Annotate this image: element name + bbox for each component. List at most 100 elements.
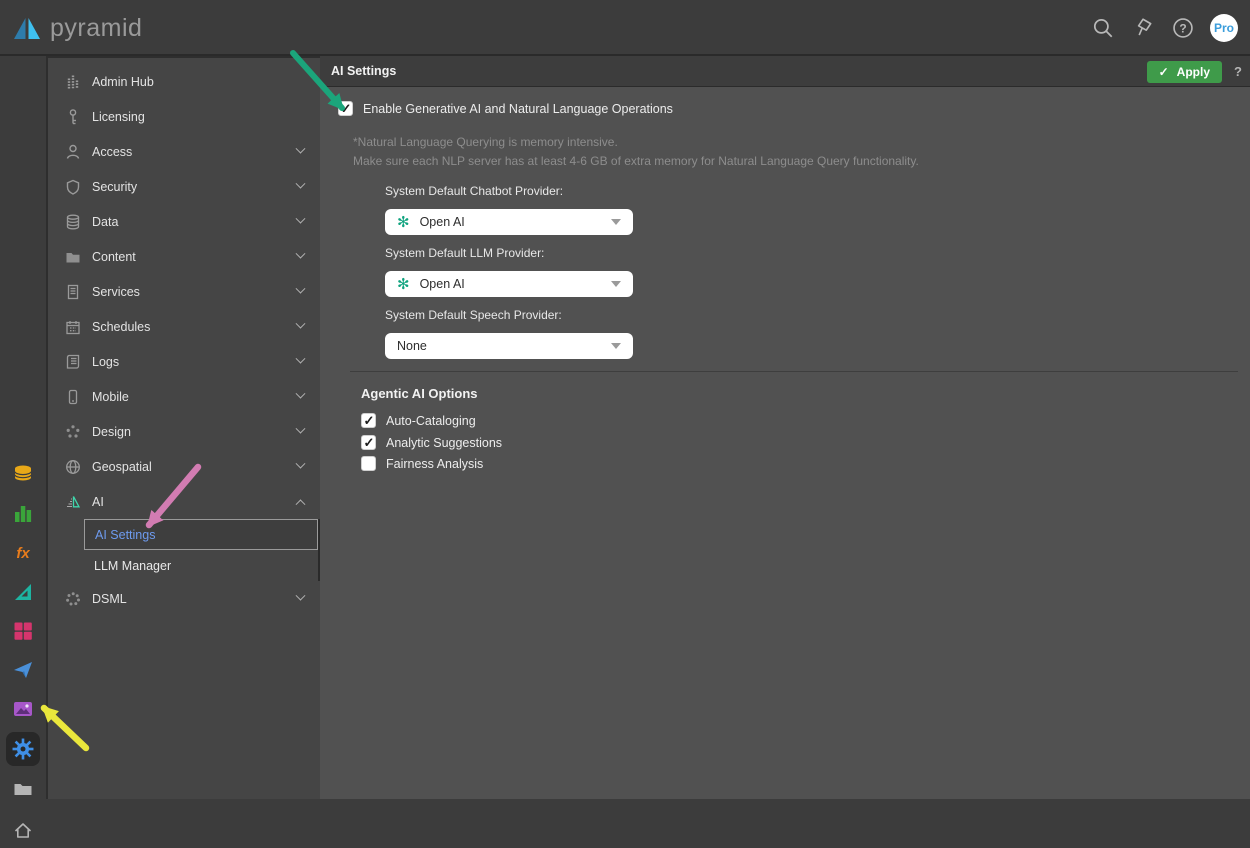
sidebar-item-services[interactable]: Services [48,274,320,309]
svg-text:?: ? [1179,21,1186,35]
sidebar-item-label: Logs [92,355,119,369]
pin-icon[interactable] [1130,15,1156,41]
ai-settings-form: Enable Generative AI and Natural Languag… [320,87,1250,799]
analytic-suggestions-checkbox[interactable] [361,435,376,450]
dropdown-chevron-icon [611,343,621,349]
openai-icon: ✻ [397,215,410,230]
fairness-analysis-row: Fairness Analysis [361,456,483,471]
sidebar-item-design[interactable]: Design [48,414,320,449]
dots-icon [64,423,82,441]
sidebar-subitem-ai-settings[interactable]: AI Settings [84,519,318,550]
home-icon[interactable] [6,814,40,848]
admin-hub-icon [64,73,82,91]
sidebar-item-data[interactable]: Data [48,204,320,239]
enable-generative-ai-row: Enable Generative AI and Natural Languag… [338,101,673,116]
log-icon [64,353,82,371]
design-ruler-icon[interactable] [6,575,40,609]
content-header: AI Settings ✓ Apply ? [320,56,1250,87]
dropdown-value: Open AI [420,215,465,229]
shield-icon [64,178,82,196]
nlp-memory-note: *Natural Language Querying is memory int… [353,133,919,171]
image-icon[interactable] [6,692,40,726]
sidebar-item-geospatial[interactable]: Geospatial [48,449,320,484]
help-icon[interactable]: ? [1170,15,1196,41]
chevron-down-icon [296,284,306,294]
pyramid-logo-icon [12,13,42,43]
admin-gear-icon[interactable] [6,732,40,766]
enable-generative-ai-label: Enable Generative AI and Natural Languag… [363,102,673,116]
openai-icon: ✻ [397,277,410,292]
sidebar-item-access[interactable]: Access [48,134,320,169]
publish-plane-icon[interactable] [6,653,40,687]
dropdown-chevron-icon [611,281,621,287]
sidebar-item-admin-hub[interactable]: Admin Hub [48,64,320,99]
section-divider [350,371,1238,372]
bar-chart-icon[interactable] [6,497,40,531]
fairness-analysis-label: Fairness Analysis [386,457,483,471]
sidebar-item-label: Licensing [92,110,145,124]
sidebar-item-label: Geospatial [92,460,152,474]
chatbot-provider-dropdown[interactable]: ✻ Open AI [385,209,633,235]
sidebar-item-schedules[interactable]: Schedules [48,309,320,344]
top-bar: pyramid ? Pro [0,0,1250,56]
chevron-down-icon [296,459,306,469]
sidebar-item-label: Services [92,285,140,299]
folder-icon [64,248,82,266]
sidebar-item-label: DSML [92,592,127,606]
search-icon[interactable] [1090,15,1116,41]
subitem-label: AI Settings [85,528,155,542]
note-line: Make sure each NLP server has at least 4… [353,152,919,171]
auto-cataloging-checkbox[interactable] [361,413,376,428]
data-warehouse-icon[interactable] [6,457,40,491]
sidebar-item-licensing[interactable]: Licensing [48,99,320,134]
sidebar-item-ai[interactable]: AI [48,484,320,519]
key-icon [64,108,82,126]
sidebar-item-mobile[interactable]: Mobile [48,379,320,414]
analytic-suggestions-label: Analytic Suggestions [386,436,502,450]
logo-text: pyramid [50,14,142,43]
formula-icon[interactable]: fx [6,536,40,570]
sidebar-item-logs[interactable]: Logs [48,344,320,379]
auto-cataloging-row: Auto-Cataloging [361,413,476,428]
sidebar-item-content[interactable]: Content [48,239,320,274]
agentic-ai-options-title: Agentic AI Options [361,386,478,401]
pro-badge: Pro [1214,21,1234,35]
llm-provider-dropdown[interactable]: ✻ Open AI [385,271,633,297]
sidebar-subitem-llm-manager[interactable]: LLM Manager [84,550,318,581]
speech-provider-dropdown[interactable]: None [385,333,633,359]
chatbot-provider-group: System Default Chatbot Provider: ✻ Open … [385,184,633,235]
llm-provider-label: System Default LLM Provider: [385,246,633,261]
database-icon [64,213,82,231]
note-line: *Natural Language Querying is memory int… [353,133,919,152]
llm-provider-group: System Default LLM Provider: ✻ Open AI [385,246,633,297]
admin-sidebar: Admin Hub Licensing Access [46,56,320,799]
content-folder-icon[interactable] [6,772,40,806]
speech-provider-label: System Default Speech Provider: [385,308,633,323]
apply-label: Apply [1177,65,1210,79]
sidebar-item-label: Access [92,145,132,159]
auto-cataloging-label: Auto-Cataloging [386,414,476,428]
sidebar-item-label: Design [92,425,131,439]
pyramid-ai-icon [64,493,82,511]
chevron-down-icon [296,389,306,399]
chevron-down-icon [296,424,306,434]
chevron-down-icon [296,144,306,154]
analytic-suggestions-row: Analytic Suggestions [361,435,502,450]
help-question-icon[interactable]: ? [1234,64,1242,79]
sidebar-item-label: Content [92,250,136,264]
avatar[interactable]: Pro [1210,14,1238,42]
sidebar-item-dsml[interactable]: DSML [48,581,320,616]
speech-provider-group: System Default Speech Provider: None [385,308,633,359]
sidebar-item-label: Mobile [92,390,129,404]
sidebar-item-label: AI [92,495,104,509]
person-icon [64,143,82,161]
globe-icon [64,458,82,476]
apply-button[interactable]: ✓ Apply [1147,61,1222,83]
grid-squares-icon[interactable] [6,614,40,648]
app-rail: fx [0,56,46,799]
chevron-down-icon [296,591,306,601]
fairness-analysis-checkbox[interactable] [361,456,376,471]
enable-generative-ai-checkbox[interactable] [338,101,353,116]
chevron-up-icon [296,499,306,509]
sidebar-item-security[interactable]: Security [48,169,320,204]
